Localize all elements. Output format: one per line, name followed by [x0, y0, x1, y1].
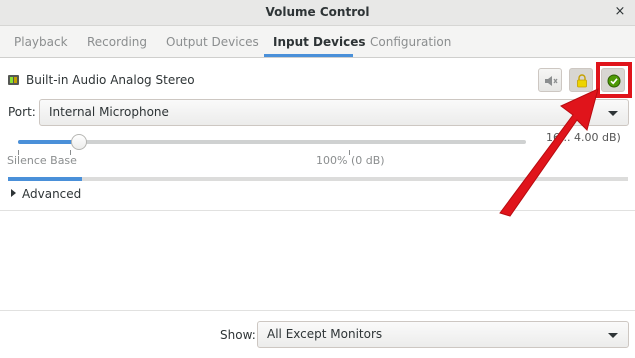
window-title: Volume Control — [265, 5, 370, 19]
advanced-label: Advanced — [22, 187, 82, 201]
tab-output-devices[interactable]: Output Devices — [166, 35, 259, 49]
microphone-icon — [8, 75, 19, 85]
lock-channels-button[interactable] — [569, 68, 593, 92]
volume-slider-track[interactable] — [18, 140, 526, 144]
chevron-down-icon — [608, 333, 618, 338]
show-select[interactable]: All Except Monitors — [257, 321, 629, 348]
volume-value: 16... 4.00 dB) — [546, 131, 621, 144]
volume-slider-fill — [18, 140, 79, 144]
mute-speaker-icon — [545, 76, 558, 86]
active-tab-indicator — [264, 54, 353, 57]
chevron-down-icon — [608, 111, 618, 116]
scale-label-center: 100% (0 dB) — [316, 154, 385, 167]
tab-bar: Playback Recording Output Devices Input … — [0, 26, 635, 58]
tab-recording[interactable]: Recording — [87, 35, 147, 49]
lock-icon — [577, 74, 587, 88]
show-value: All Except Monitors — [267, 327, 383, 341]
port-select[interactable]: Internal Microphone — [39, 99, 629, 126]
tab-input-devices[interactable]: Input Devices — [273, 35, 365, 49]
volume-slider-handle[interactable] — [70, 134, 87, 150]
highlight-box — [596, 62, 632, 98]
scale-label-left: Silence Base — [7, 154, 77, 167]
device-name: Built-in Audio Analog Stereo — [26, 73, 195, 87]
peak-level-fill — [8, 177, 83, 181]
close-button[interactable]: × — [611, 3, 629, 21]
expander-arrow-icon — [11, 189, 16, 197]
advanced-expander[interactable]: Advanced — [11, 187, 81, 201]
peak-level-meter — [8, 177, 628, 181]
mute-button[interactable] — [538, 68, 562, 92]
port-label: Port: — [8, 105, 36, 119]
tab-configuration[interactable]: Configuration — [370, 35, 451, 49]
port-value: Internal Microphone — [49, 105, 169, 119]
tab-playback[interactable]: Playback — [14, 35, 68, 49]
separator — [0, 310, 635, 311]
separator — [0, 210, 635, 211]
title-bar: Volume Control × — [0, 0, 635, 26]
show-label: Show: — [220, 328, 256, 342]
